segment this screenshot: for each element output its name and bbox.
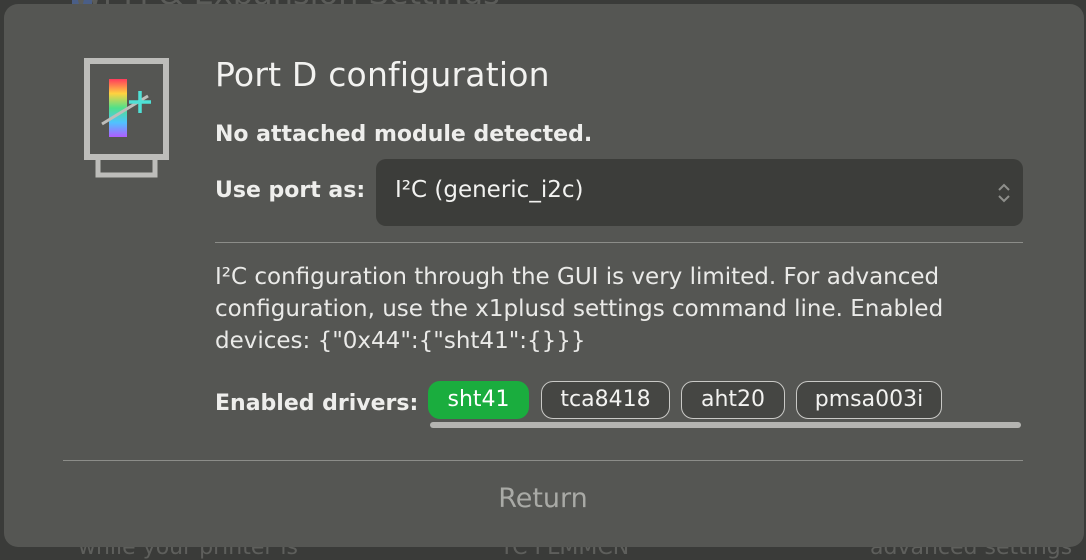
port-mode-select[interactable]: I²C (generic_i2c) [376, 159, 1023, 226]
enabled-drivers-label: Enabled drivers: [215, 391, 419, 416]
use-port-label: Use port as: [215, 178, 366, 203]
x1plus-logo-icon [84, 58, 169, 178]
return-button[interactable]: Return [0, 483, 1086, 514]
divider-top [215, 242, 1023, 243]
module-status: No attached module detected. [215, 122, 593, 147]
driver-chip-sht41[interactable]: sht41 [428, 381, 529, 419]
port-mode-value: I²C (generic_i2c) [395, 177, 584, 203]
drivers-scrollbar[interactable] [430, 422, 1021, 428]
updown-chevron-icon [998, 183, 1010, 203]
driver-chip-aht20[interactable]: aht20 [681, 381, 785, 419]
dialog-title: Port D configuration [215, 55, 550, 94]
driver-chip-pmsa003i[interactable]: pmsa003i [796, 381, 942, 419]
i2c-description: I²C configuration through the GUI is ver… [215, 264, 944, 354]
divider-bottom [63, 460, 1023, 461]
driver-chip-tca8418[interactable]: tca8418 [541, 381, 670, 419]
